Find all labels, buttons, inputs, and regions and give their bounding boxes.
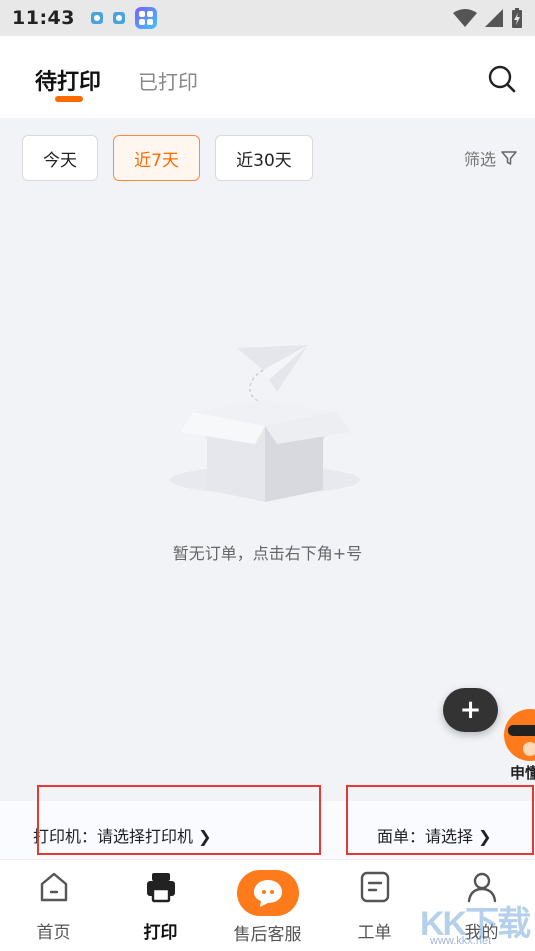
app-notification-icon: [134, 7, 157, 29]
status-right: [453, 8, 523, 28]
home-icon: [40, 872, 67, 902]
notification-icons: [90, 7, 157, 29]
watermark: KK下载 www.kkx.net: [410, 892, 535, 951]
mascot-label: 申懂: [510, 764, 535, 782]
notification-icon: [112, 12, 125, 24]
nav-work-order-label: 工单: [357, 923, 392, 943]
chat-bubble-icon: [236, 870, 299, 916]
empty-state-message: 暂无订单，点击右下角+号: [172, 544, 363, 563]
search-icon[interactable]: [487, 64, 517, 94]
printer-icon: [146, 873, 175, 903]
date-filter-row: 今天 近7天 近30天 筛选: [0, 118, 535, 198]
highlight-box-waybill: [346, 785, 534, 855]
active-tab-indicator: [55, 96, 83, 102]
signal-icon: [485, 9, 503, 27]
filter-button[interactable]: 筛选: [464, 146, 517, 170]
header: 待打印 已打印: [0, 36, 535, 118]
document-icon: [360, 871, 389, 903]
nav-home[interactable]: 首页: [0, 860, 107, 951]
nav-print-label: 打印: [143, 923, 178, 943]
battery-icon: [512, 8, 522, 28]
filter-chip-7-days[interactable]: 近7天: [113, 135, 200, 181]
filter-chip-today[interactable]: 今天: [22, 135, 98, 181]
wifi-icon: [453, 9, 477, 27]
nav-print[interactable]: 打印: [107, 860, 214, 951]
nav-after-sales-service[interactable]: 售后客服: [214, 860, 321, 951]
funnel-icon: [501, 151, 517, 165]
nav-service-label: 售后客服: [233, 925, 302, 945]
watermark-url: www.kkx.net: [430, 935, 492, 947]
add-order-button[interactable]: +: [443, 688, 498, 732]
tab-printed[interactable]: 已打印: [138, 66, 198, 95]
notification-icon: [90, 12, 103, 24]
tab-pending-print[interactable]: 待打印: [35, 64, 101, 96]
filter-chip-30-days[interactable]: 近30天: [215, 135, 313, 181]
status-bar: 11:43: [0, 0, 535, 36]
filter-label: 筛选: [463, 150, 496, 169]
nav-home-label: 首页: [36, 923, 71, 943]
status-time: 11:43: [12, 7, 75, 29]
highlight-box-printer: [37, 785, 321, 855]
empty-box-illustration: [170, 345, 360, 502]
